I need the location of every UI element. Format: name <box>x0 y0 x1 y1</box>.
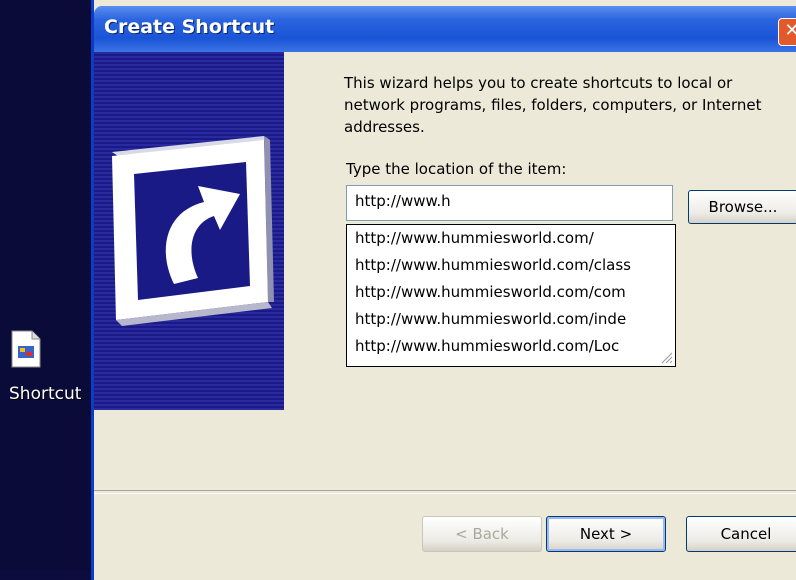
location-input[interactable]: http://www.h <box>346 185 673 221</box>
suggestion-item[interactable]: http://www.hummiesworld.com/inde <box>347 306 675 333</box>
document-icon <box>11 330 41 368</box>
wizard-banner <box>94 52 284 410</box>
shortcut-label: Shortcut <box>9 384 82 404</box>
suggestion-item[interactable]: http://www.hummiesworld.com/Loc <box>347 333 675 360</box>
browse-button[interactable]: Browse... <box>688 190 796 224</box>
autocomplete-list: http://www.hummiesworld.com/ http://www.… <box>346 224 676 367</box>
intro-area: This wizard helps you to create shortcut… <box>344 72 796 138</box>
close-icon: ✕ <box>784 20 796 41</box>
suggestion-item[interactable]: http://www.hummiesworld.com/com <box>347 279 675 306</box>
suggestion-item[interactable]: http://www.hummiesworld.com/ <box>347 225 675 252</box>
window-title: Create Shortcut <box>104 16 275 38</box>
back-button[interactable]: < Back <box>422 516 542 552</box>
next-button[interactable]: Next > <box>546 516 666 552</box>
resize-grip-icon[interactable] <box>659 350 673 364</box>
suggestion-item[interactable]: http://www.hummiesworld.com/class <box>347 252 675 279</box>
button-separator <box>94 490 796 494</box>
create-shortcut-dialog: Create Shortcut ✕ This wizard helps you … <box>91 0 796 580</box>
location-prompt: Type the location of the item: <box>346 160 567 178</box>
title-bar[interactable]: Create Shortcut ✕ <box>94 6 796 52</box>
shortcut-arrow-icon <box>112 136 274 326</box>
close-button[interactable]: ✕ <box>778 18 796 46</box>
cancel-button[interactable]: Cancel <box>686 516 796 552</box>
intro-text: This wizard helps you to create shortcut… <box>344 74 762 136</box>
